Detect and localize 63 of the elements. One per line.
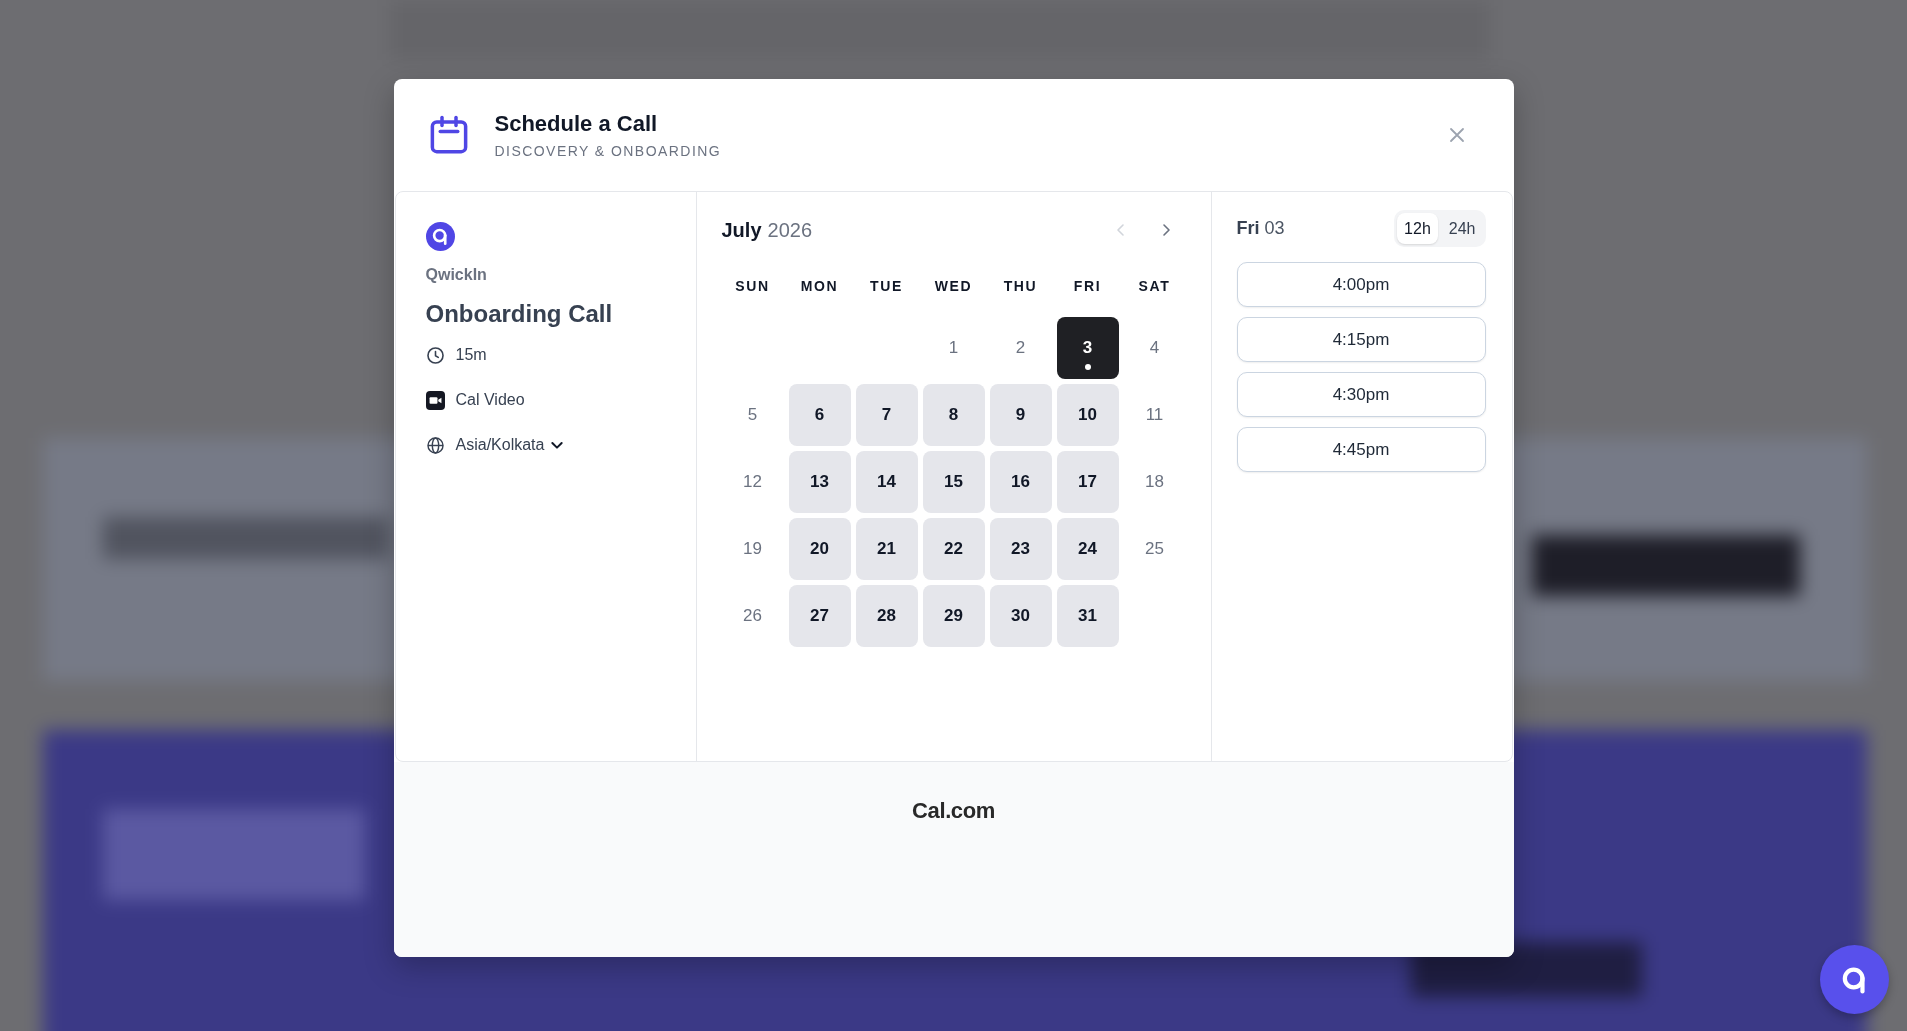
date-button[interactable]: 17 — [1056, 451, 1119, 513]
weekday-label: TUE — [869, 277, 904, 296]
weekday-label: WED — [933, 277, 974, 296]
video-camera-icon — [425, 390, 445, 410]
weekday-label: THU — [1002, 277, 1039, 296]
date-label: 18 — [1144, 471, 1165, 493]
duration-text: 15m — [455, 346, 487, 364]
date-button[interactable]: 6 — [788, 384, 851, 446]
selected-date: 03 — [1264, 218, 1285, 238]
location-text: Cal Video — [455, 391, 525, 409]
date-button[interactable]: 21 — [855, 518, 918, 580]
year-label: 2026 — [767, 218, 813, 241]
date-button[interactable]: 24 — [1056, 518, 1119, 580]
date-button[interactable]: 13 — [788, 451, 851, 513]
event-title: Onboarding Call — [425, 299, 613, 329]
date-button[interactable]: 31 — [1056, 585, 1119, 647]
date-button[interactable]: 15 — [922, 451, 985, 513]
date-button[interactable]: 10 — [1056, 384, 1119, 446]
dialog-title: Schedule a Call — [494, 110, 658, 137]
date-button[interactable]: 28 — [855, 585, 918, 647]
date-label: 2 — [1014, 337, 1027, 359]
time-slot-button[interactable]: 4:45pm — [1236, 427, 1486, 472]
globe-icon — [425, 435, 445, 455]
date-button[interactable]: 9 — [989, 384, 1052, 446]
time-slot-button[interactable]: 4:00pm — [1236, 262, 1486, 307]
date-button[interactable]: 3 — [1056, 317, 1119, 379]
date-label: 1 — [947, 337, 960, 359]
organizer-name: QwickIn — [425, 265, 487, 285]
date-button[interactable]: 30 — [989, 585, 1052, 647]
clock-icon — [425, 345, 445, 365]
time-slot-button[interactable]: 4:15pm — [1236, 317, 1486, 362]
weekday-label: SUN — [734, 277, 771, 296]
time-slot-button[interactable]: 4:30pm — [1236, 372, 1486, 417]
date-label: 11 — [1144, 404, 1165, 426]
weekday-label: FRI — [1072, 277, 1103, 296]
logo-icon — [425, 222, 455, 251]
date-button[interactable]: 7 — [855, 384, 918, 446]
date-button[interactable]: 8 — [922, 384, 985, 446]
brand-wordmark: Cal.com — [912, 797, 995, 825]
today-dot-icon — [1084, 364, 1091, 370]
dialog-subtitle: DISCOVERY & ONBOARDING — [494, 141, 722, 160]
date-button[interactable]: 22 — [922, 518, 985, 580]
date-label: 26 — [742, 605, 763, 627]
weekday-label: MON — [799, 277, 840, 296]
date-button[interactable]: 23 — [989, 518, 1052, 580]
date-label: 4 — [1148, 337, 1161, 359]
close-icon — [1448, 127, 1465, 143]
date-button[interactable]: 20 — [788, 518, 851, 580]
date-button[interactable]: 16 — [989, 451, 1052, 513]
format-tab[interactable]: 24h — [1441, 213, 1483, 244]
date-button[interactable]: 29 — [922, 585, 985, 647]
timezone-dropdown[interactable]: Asia/Kolkata — [455, 436, 566, 454]
date-button[interactable]: 14 — [855, 451, 918, 513]
format-tab[interactable]: 12h — [1397, 213, 1438, 244]
date-label: 25 — [1144, 538, 1165, 560]
month-label: July — [721, 218, 762, 241]
date-label: 12 — [742, 471, 763, 493]
weekday-label: SAT — [1137, 277, 1172, 296]
selected-weekday: Fri — [1236, 218, 1260, 238]
chevron-left-icon — [1114, 223, 1127, 237]
date-button[interactable]: 27 — [788, 585, 851, 647]
date-label: 19 — [742, 538, 763, 560]
date-label: 5 — [746, 404, 759, 426]
